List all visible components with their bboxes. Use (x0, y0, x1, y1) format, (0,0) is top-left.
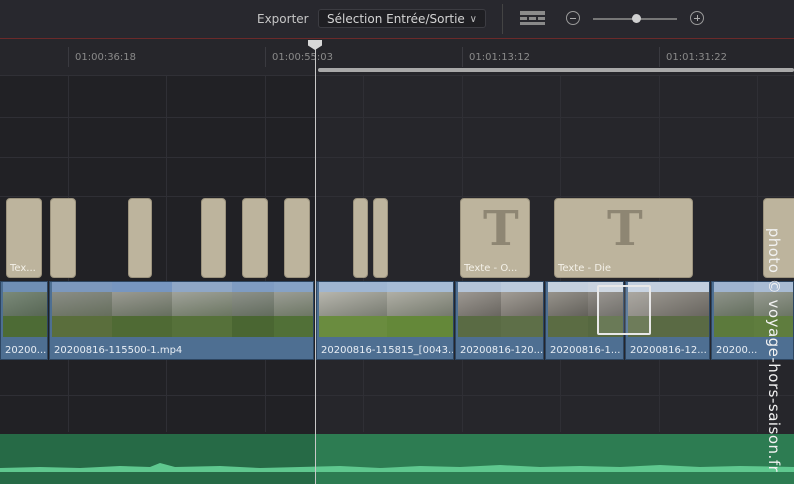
zoom-slider-handle[interactable] (632, 14, 641, 23)
video-clip[interactable]: 20200816-120... (455, 281, 544, 360)
title-clip[interactable] (50, 198, 76, 278)
export-range-dropdown[interactable]: Sélection Entrée/Sortie ∨ (318, 9, 486, 28)
video-clip[interactable]: 20200816-115815_[0043... (316, 281, 454, 360)
text-title-icon: T (607, 201, 643, 257)
clip-thumbnail (112, 282, 173, 337)
clip-thumbnail (232, 282, 275, 337)
clip-thumbnail (458, 282, 502, 337)
title-clip[interactable] (242, 198, 268, 278)
audio-waveform (0, 463, 794, 472)
title-clip-label: Tex... (10, 263, 36, 274)
title-clip[interactable] (284, 198, 310, 278)
ruler-timecode: 01:01:13:12 (469, 52, 531, 63)
grid-line (757, 76, 758, 432)
clip-thumbnails (50, 282, 313, 337)
clip-thumbnails (1, 282, 47, 337)
video-clip-label: 20200816-12... (630, 345, 707, 356)
timeline-past-region (0, 76, 315, 484)
title-clip[interactable] (201, 198, 226, 278)
zoom-out-icon[interactable] (566, 11, 580, 25)
clip-thumbnail (52, 282, 113, 337)
ruler-timecode: 01:00:55:03 (272, 52, 334, 63)
track-divider (0, 117, 794, 118)
title-clip-label: Texte - Die (558, 263, 611, 274)
clip-thumbnail (387, 282, 453, 337)
toolbar-divider (502, 4, 503, 34)
grid-line (166, 76, 167, 432)
video-clip-label: 20200... (716, 345, 758, 356)
track-divider (0, 196, 794, 197)
export-label: Exporter (257, 12, 309, 26)
video-clip-label: 20200... (5, 345, 47, 356)
title-clip-label: Texte - O... (464, 263, 518, 274)
title-clip[interactable]: T Texte - Die (554, 198, 693, 278)
ruler-timecode: 01:01:31:22 (666, 52, 728, 63)
title-clip[interactable]: T Texte - O... (460, 198, 530, 278)
copyright-watermark: photo © voyage-hors-saison.fr (762, 225, 786, 475)
export-range-value: Sélection Entrée/Sortie (327, 12, 465, 26)
playhead-line[interactable] (315, 46, 316, 484)
clip-thumbnail (3, 282, 47, 337)
text-title-icon: T (483, 201, 519, 257)
title-clip[interactable] (353, 198, 368, 278)
title-clip[interactable] (128, 198, 152, 278)
chevron-down-icon: ∨ (469, 14, 477, 25)
clip-thumbnail (548, 282, 589, 337)
ruler-tick (265, 47, 266, 67)
video-clip[interactable]: 20200816-115500-1.mp4 (49, 281, 314, 360)
video-clip-label: 20200816-1... (550, 345, 621, 356)
timeline-scrollbar[interactable] (318, 68, 794, 72)
title-clip[interactable]: Tex... (6, 198, 42, 278)
ruler-tick (68, 47, 69, 67)
track-divider (0, 157, 794, 158)
clip-thumbnail (172, 282, 233, 337)
ruler-tick (462, 47, 463, 67)
zoom-in-icon[interactable] (690, 11, 704, 25)
clip-thumbnail (714, 282, 755, 337)
ruler-tick (659, 47, 660, 67)
ruler-timecode: 01:00:36:18 (75, 52, 137, 63)
title-clip[interactable] (373, 198, 388, 278)
watermark-text: photo © voyage-hors-saison.fr (765, 227, 783, 473)
frame-selection-marker[interactable] (597, 285, 651, 335)
clip-thumbnail (501, 282, 543, 337)
video-clip-label: 20200816-115815_[0043... (321, 345, 454, 356)
video-clip-label: 20200816-120... (460, 345, 544, 356)
clip-thumbnail (319, 282, 388, 337)
clip-thumbnails (317, 282, 453, 337)
clip-thumbnails (456, 282, 543, 337)
timeline-toolbar: Exporter Sélection Entrée/Sortie ∨ (0, 0, 794, 39)
audio-past-region (0, 434, 315, 484)
clip-thumbnail (274, 282, 313, 337)
track-divider (0, 395, 794, 396)
timeline-view-icon[interactable] (520, 11, 545, 26)
video-clip-label: 20200816-115500-1.mp4 (54, 345, 183, 356)
video-clip[interactable]: 20200... (0, 281, 48, 360)
